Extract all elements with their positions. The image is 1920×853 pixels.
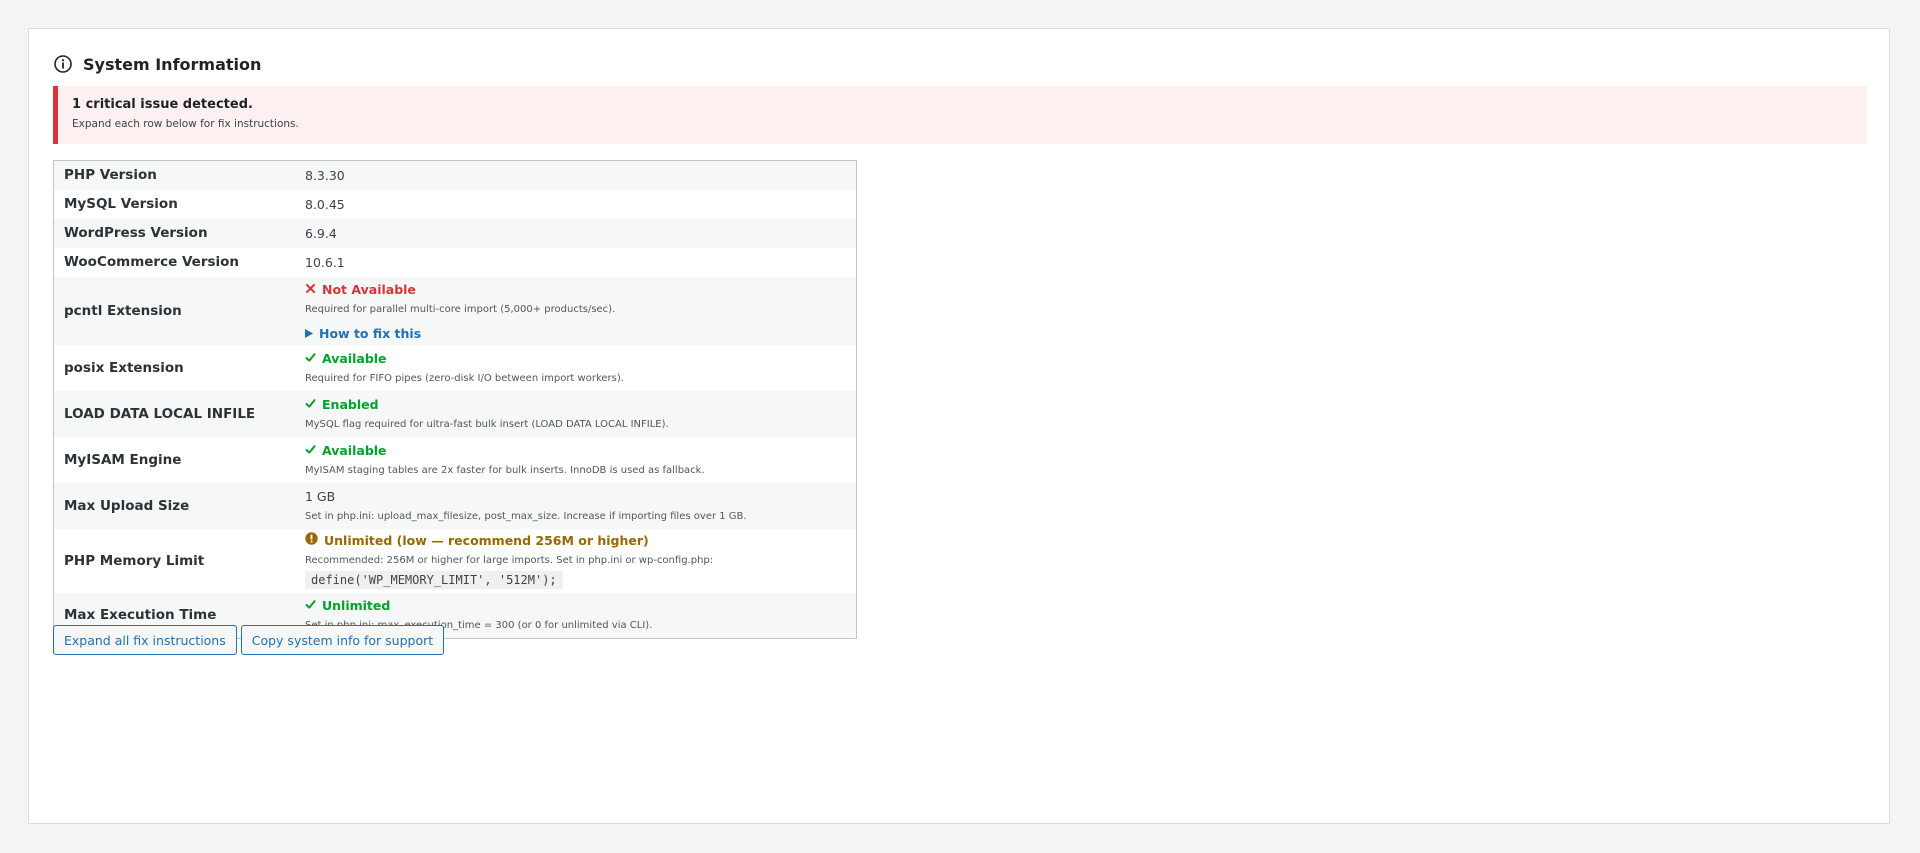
cross-icon	[305, 281, 316, 299]
row-value: 8.3.30	[305, 167, 345, 183]
code-snippet: define('WP_MEMORY_LIMIT', '512M');	[305, 571, 563, 589]
notice-subtitle: Expand each row below for fix instructio…	[72, 118, 299, 130]
action-buttons: Expand all fix instructions Copy system …	[53, 625, 445, 655]
row-label: MyISAM Engine	[64, 451, 182, 468]
row-label: WordPress Version	[64, 225, 208, 241]
check-icon	[305, 442, 316, 460]
system-info-card: System Information 1 critical issue dete…	[28, 28, 1890, 824]
row-description: Recommended: 256M or higher for large im…	[305, 555, 714, 566]
check-icon	[305, 597, 316, 615]
info-circle-icon	[53, 54, 73, 74]
table-row: WordPress Version 6.9.4	[53, 218, 857, 248]
status-badge: Unlimited (low — recommend 256M or highe…	[305, 532, 856, 550]
status-text: Unlimited (low — recommend 256M or highe…	[324, 533, 649, 548]
row-label: Max Upload Size	[64, 497, 190, 514]
row-label: pcntl Extension	[64, 302, 182, 319]
table-row: MyISAM Engine Available MyISAM staging t…	[53, 436, 857, 483]
notice-title: 1 critical issue detected.	[72, 97, 253, 112]
row-value: 8.0.45	[305, 196, 345, 212]
row-label: WooCommerce Version	[64, 254, 240, 270]
row-value: 10.6.1	[305, 254, 345, 270]
row-value: 1 GB	[305, 488, 336, 504]
row-label: MySQL Version	[64, 196, 178, 212]
status-text: Unlimited	[322, 598, 391, 614]
status-text: Enabled	[322, 396, 379, 412]
table-row: posix Extension Available Required for F…	[53, 344, 857, 391]
status-text: Not Available	[322, 281, 416, 297]
status-badge: Unlimited	[305, 597, 856, 615]
triangle-right-icon	[305, 326, 313, 341]
table-row: WooCommerce Version 10.6.1	[53, 247, 857, 277]
fix-link-label: How to fix this	[319, 325, 422, 341]
row-label: posix Extension	[64, 359, 184, 376]
status-badge: Enabled	[305, 396, 856, 414]
status-text: Available	[322, 350, 387, 366]
system-info-table: PHP Version 8.3.30 MySQL Version 8.0.45 …	[53, 160, 857, 639]
copy-system-info-button[interactable]: Copy system info for support	[240, 625, 445, 655]
table-row: MySQL Version 8.0.45	[53, 189, 857, 219]
page-title: System Information	[83, 54, 262, 74]
row-description: Required for parallel multi-core import …	[305, 303, 616, 315]
table-row: PHP Memory Limit Unlimited (low — recomm…	[53, 528, 857, 593]
table-row: pcntl Extension Not Available Required f…	[53, 276, 857, 345]
warning-icon	[305, 532, 318, 550]
row-description: MyISAM staging tables are 2x faster for …	[305, 464, 705, 476]
row-description: Required for FIFO pipes (zero-disk I/O b…	[305, 372, 624, 384]
row-label: LOAD DATA LOCAL INFILE	[64, 405, 256, 422]
table-row: PHP Version 8.3.30	[53, 160, 857, 190]
how-to-fix-toggle[interactable]: How to fix this	[305, 326, 856, 341]
status-text: Available	[322, 442, 387, 458]
expand-all-button[interactable]: Expand all fix instructions	[53, 625, 237, 655]
table-row: Max Upload Size 1 GB Set in php.ini: upl…	[53, 482, 857, 529]
status-badge: Available	[305, 442, 856, 460]
table-row: LOAD DATA LOCAL INFILE Enabled MySQL fla…	[53, 390, 857, 437]
row-value: 6.9.4	[305, 225, 337, 241]
row-description: MySQL flag required for ultra-fast bulk …	[305, 418, 669, 430]
status-badge: Available	[305, 350, 856, 368]
check-icon	[305, 350, 316, 368]
row-description: Set in php.ini: upload_max_filesize, pos…	[305, 510, 747, 522]
critical-issue-notice: 1 critical issue detected. Expand each r…	[53, 86, 1867, 144]
row-label: PHP Version	[64, 167, 157, 184]
check-icon	[305, 396, 316, 414]
status-badge: Not Available	[305, 281, 856, 299]
row-label: PHP Memory Limit	[64, 552, 205, 569]
card-header: System Information	[53, 49, 261, 79]
